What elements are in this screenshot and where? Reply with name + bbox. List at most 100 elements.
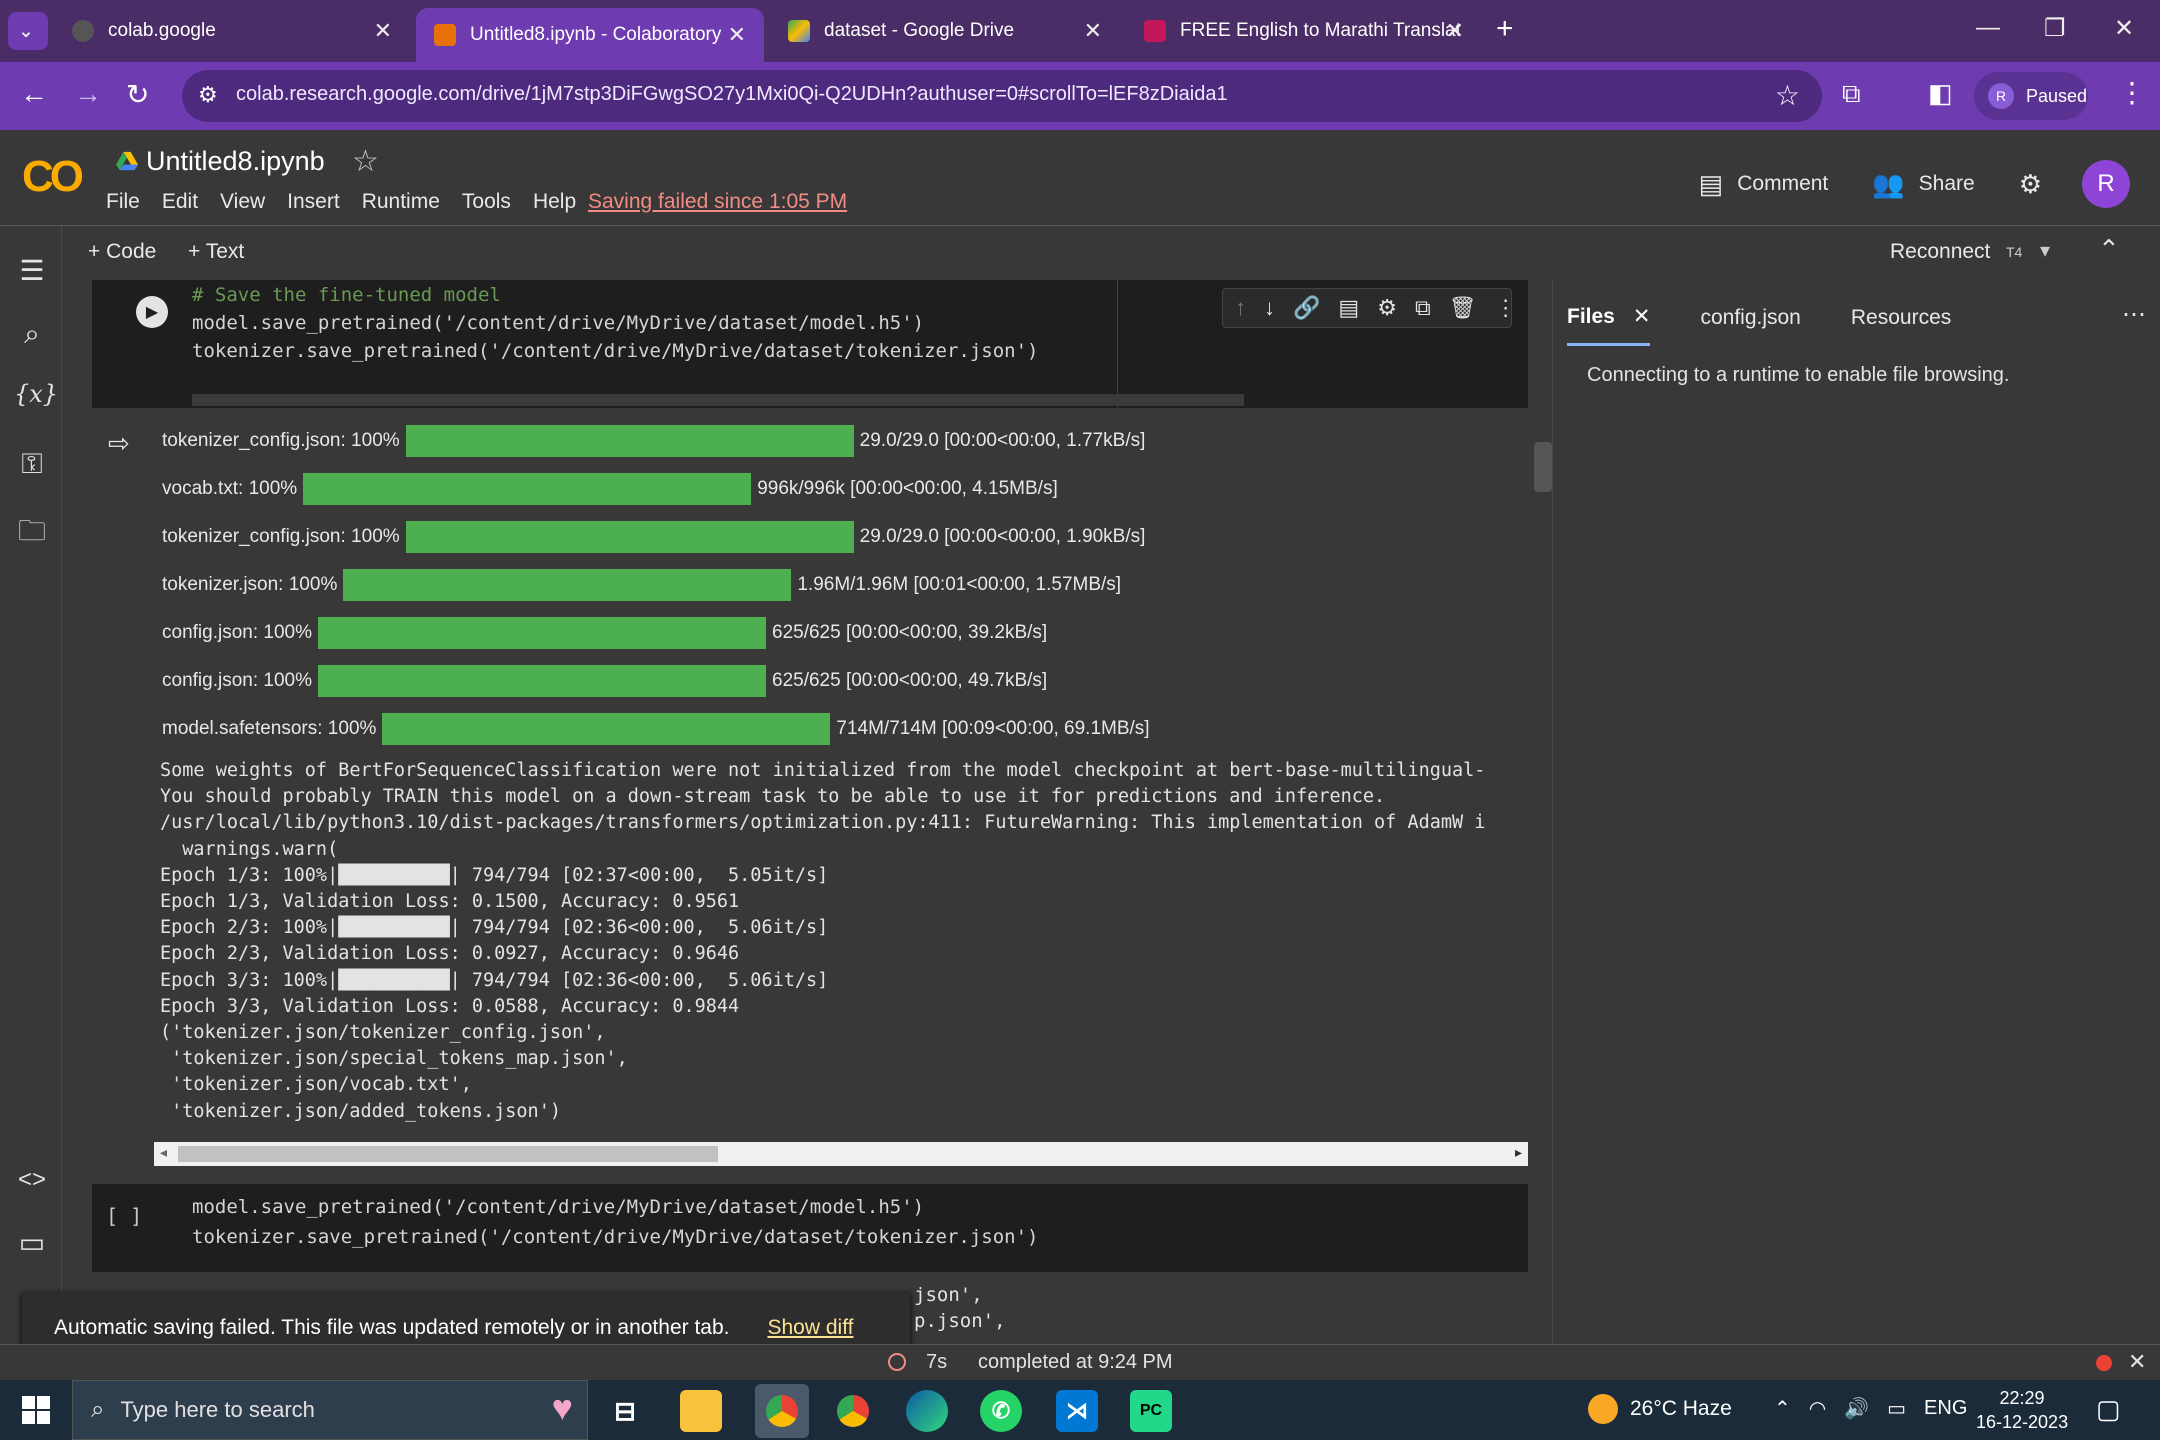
tab-untitled8[interactable]: Untitled8.ipynb - Colaboratory ✕ bbox=[416, 8, 764, 62]
output-line: Some weights of BertForSequenceClassific… bbox=[160, 760, 1486, 781]
show-diff-link[interactable]: Show diff bbox=[767, 1316, 853, 1340]
tab-colab-google[interactable]: colab.google ✕ bbox=[54, 8, 410, 54]
settings-button[interactable]: ⚙ bbox=[2019, 169, 2042, 200]
menu-file[interactable]: File bbox=[106, 190, 140, 214]
bookmark-star-icon[interactable]: ☆ bbox=[1775, 79, 1800, 112]
windows-start-icon[interactable] bbox=[22, 1396, 50, 1424]
more-options-icon[interactable]: ⋮ bbox=[1495, 295, 1517, 321]
star-icon[interactable]: ☆ bbox=[352, 144, 379, 179]
share-button[interactable]: 👥 Share bbox=[1872, 169, 1974, 200]
omnibox[interactable]: ⚙ colab.research.google.com/drive/1jM7st… bbox=[182, 70, 1822, 122]
edge-icon[interactable] bbox=[906, 1390, 948, 1432]
vscode-icon[interactable]: ⋊ bbox=[1056, 1390, 1098, 1432]
language-indicator[interactable]: ENG bbox=[1924, 1397, 1967, 1420]
close-icon[interactable]: ✕ bbox=[374, 18, 392, 44]
output-actions-icon[interactable]: ⇨ bbox=[108, 428, 130, 459]
saving-failed-link[interactable]: Saving failed since 1:05 PM bbox=[588, 190, 847, 214]
wifi-icon[interactable]: ◠ bbox=[1809, 1396, 1826, 1421]
forward-icon[interactable]: → bbox=[74, 78, 102, 110]
runtime-dropdown-icon[interactable]: ▾ bbox=[2040, 238, 2050, 263]
pycharm-icon[interactable]: PC bbox=[1130, 1390, 1172, 1432]
close-icon[interactable]: ✕ bbox=[1446, 18, 1464, 44]
close-icon[interactable]: ✕ bbox=[2128, 1349, 2146, 1375]
output-horizontal-scrollbar[interactable]: ◂ ▸ bbox=[154, 1142, 1528, 1166]
menu-edit[interactable]: Edit bbox=[162, 190, 198, 214]
reload-icon[interactable]: ↻ bbox=[126, 78, 149, 111]
restore-icon[interactable]: ❐ bbox=[2044, 14, 2066, 43]
tab-marathi-translator[interactable]: FREE English to Marathi Translat ✕ bbox=[1126, 8, 1482, 54]
code-cell[interactable]: [ ] model.save_pretrained('/content/driv… bbox=[92, 1184, 1528, 1272]
chrome-icon[interactable] bbox=[755, 1384, 809, 1438]
new-tab-button[interactable]: + bbox=[1496, 12, 1514, 46]
completed-status[interactable]: completed at 9:24 PM bbox=[978, 1351, 1173, 1374]
chevron-up-icon[interactable]: ⌃ bbox=[1774, 1396, 1791, 1421]
chevron-up-icon[interactable]: ⌃ bbox=[2098, 234, 2120, 265]
side-panel-icon[interactable]: ◧ bbox=[1928, 78, 1953, 109]
close-icon[interactable]: ✕ bbox=[728, 22, 746, 48]
run-cell-button[interactable]: ▶ bbox=[136, 296, 168, 328]
colab-logo[interactable]: CO bbox=[22, 152, 84, 202]
menu-runtime[interactable]: Runtime bbox=[362, 190, 440, 214]
reconnect-button[interactable]: Reconnect bbox=[1890, 240, 1990, 264]
notification-icon[interactable]: ▢ bbox=[2096, 1394, 2121, 1425]
battery-icon[interactable]: ▭ bbox=[1887, 1396, 1906, 1421]
volume-icon[interactable]: 🔊 bbox=[1844, 1396, 1869, 1421]
tab-files[interactable]: Files ✕ bbox=[1567, 290, 1651, 346]
url-text[interactable]: colab.research.google.com/drive/1jM7stp3… bbox=[236, 83, 1228, 106]
site-settings-icon[interactable]: ⚙ bbox=[198, 82, 218, 108]
user-avatar[interactable]: R bbox=[2082, 160, 2130, 208]
add-code-button[interactable]: + Code bbox=[88, 240, 156, 264]
code-snippets-icon[interactable]: <> bbox=[14, 1166, 50, 1194]
comment-icon[interactable]: ▤ bbox=[1338, 295, 1359, 321]
browser-menu-icon[interactable]: ⋮ bbox=[2118, 76, 2146, 109]
tab-resources[interactable]: Resources bbox=[1851, 290, 1951, 346]
extensions-icon[interactable]: ⧉ bbox=[1842, 78, 1861, 110]
colab-header: CO Untitled8.ipynb ☆ File Edit View Inse… bbox=[0, 130, 2160, 226]
files-folder-icon[interactable]: 🗀 bbox=[14, 510, 50, 558]
scroll-left-icon[interactable]: ◂ bbox=[160, 1144, 167, 1161]
command-palette-icon[interactable]: ▭ bbox=[14, 1226, 50, 1259]
search-icon[interactable]: ⌕ bbox=[14, 318, 50, 351]
menu-view[interactable]: View bbox=[220, 190, 265, 214]
move-down-icon[interactable]: ↓ bbox=[1264, 295, 1275, 321]
clock[interactable]: 22:29 16-12-2023 bbox=[1976, 1386, 2068, 1434]
mirror-cell-icon[interactable]: ⧉ bbox=[1415, 295, 1431, 321]
variables-icon[interactable]: {x} bbox=[14, 380, 58, 408]
tab-search-button[interactable]: ⌄ bbox=[8, 12, 48, 50]
more-options-icon[interactable]: ⋯ bbox=[2122, 300, 2146, 329]
close-icon[interactable]: ✕ bbox=[1633, 304, 1651, 329]
table-of-contents-icon[interactable]: ☰ bbox=[14, 254, 50, 287]
back-icon[interactable]: ← bbox=[20, 78, 48, 110]
tab-google-drive[interactable]: dataset - Google Drive ✕ bbox=[770, 8, 1120, 54]
file-explorer-icon[interactable] bbox=[680, 1390, 722, 1432]
code-cell[interactable]: ▶ # Save the fine-tuned model model.save… bbox=[92, 280, 1528, 408]
close-icon[interactable]: ✕ bbox=[1084, 18, 1102, 44]
secrets-key-icon[interactable]: ⚿ bbox=[14, 448, 50, 481]
gear-icon[interactable]: ⚙ bbox=[1377, 295, 1397, 321]
task-view-icon[interactable]: ⊟ bbox=[604, 1390, 646, 1432]
minimize-icon[interactable]: — bbox=[1976, 14, 2000, 42]
menu-insert[interactable]: Insert bbox=[287, 190, 340, 214]
notebook-title[interactable]: Untitled8.ipynb bbox=[116, 146, 325, 177]
close-window-icon[interactable]: ✕ bbox=[2114, 14, 2134, 43]
tab-config-json[interactable]: config.json bbox=[1700, 290, 1800, 346]
scroll-thumb[interactable] bbox=[178, 1146, 718, 1162]
progress-bar bbox=[303, 473, 752, 505]
notebook-vertical-scrollbar[interactable] bbox=[1534, 442, 1552, 492]
weather-widget[interactable]: 26°C Haze bbox=[1588, 1394, 1732, 1424]
scroll-right-icon[interactable]: ▸ bbox=[1515, 1144, 1522, 1161]
link-icon[interactable]: 🔗 bbox=[1293, 295, 1320, 321]
move-up-icon[interactable]: ↑ bbox=[1235, 295, 1246, 321]
cell-scrollbar[interactable] bbox=[192, 394, 1244, 406]
address-bar-row: ← → ↻ ⚙ colab.research.google.com/drive/… bbox=[0, 62, 2160, 130]
menu-tools[interactable]: Tools bbox=[462, 190, 511, 214]
comment-button[interactable]: ▤ Comment bbox=[1699, 169, 1829, 200]
whatsapp-icon[interactable]: ✆ bbox=[980, 1390, 1022, 1432]
chrome-profile-icon[interactable] bbox=[832, 1390, 874, 1432]
taskbar-search[interactable]: ⌕ Type here to search ♥ bbox=[72, 1380, 588, 1440]
menu-help[interactable]: Help bbox=[533, 190, 576, 214]
profile-button[interactable]: R Paused bbox=[1974, 72, 2088, 120]
axolotl-illustration-icon: ♥ bbox=[551, 1387, 573, 1428]
trash-icon[interactable]: 🗑 bbox=[1449, 295, 1477, 321]
add-text-button[interactable]: + Text bbox=[188, 240, 244, 264]
